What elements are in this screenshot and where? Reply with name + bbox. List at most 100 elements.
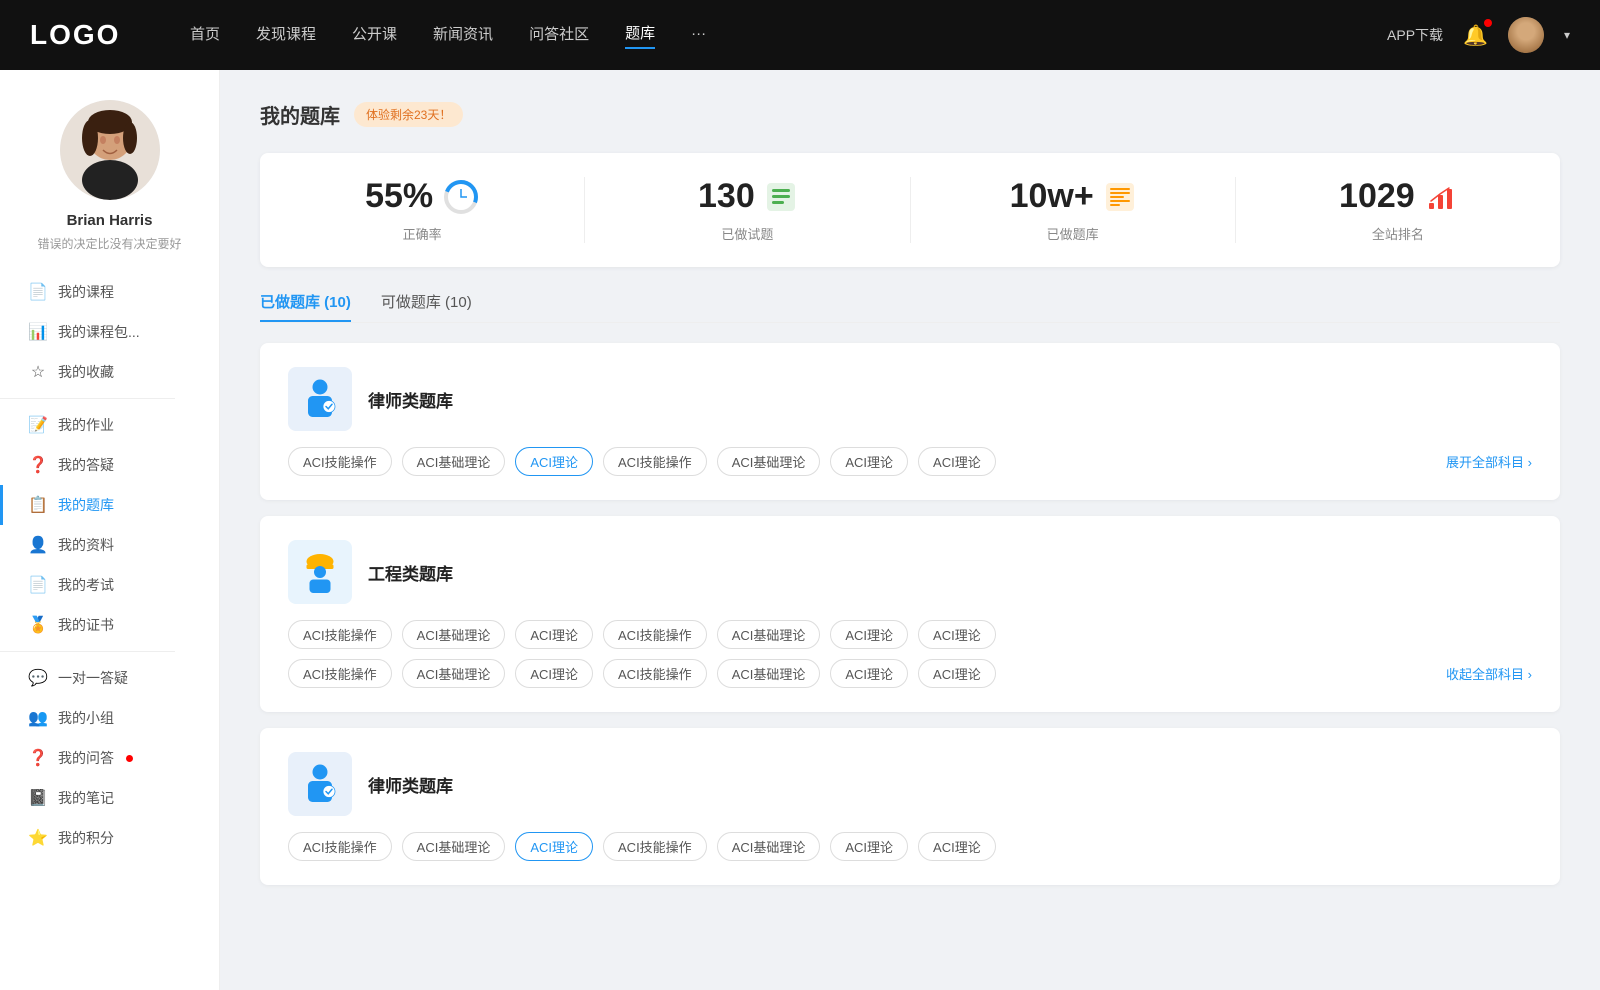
stat-number-3: 10w+	[1010, 177, 1094, 216]
tab-available[interactable]: 可做题库 (10)	[381, 291, 472, 322]
tag-1-4[interactable]: ACI技能操作	[603, 447, 707, 476]
stat-label-3: 已做题库	[1047, 224, 1099, 243]
sidebar-divider-1	[0, 398, 175, 399]
nav-link-news[interactable]: 新闻资讯	[433, 23, 493, 48]
tag-2-7[interactable]: ACI理论	[918, 620, 996, 649]
tag-2-12[interactable]: ACI基础理论	[717, 659, 821, 688]
sidebar-item-profile[interactable]: 👤 我的资料	[0, 525, 219, 565]
stat-label-4: 全站排名	[1372, 224, 1424, 243]
bell-icon: 🔔	[1463, 25, 1488, 47]
tag-1-1[interactable]: ACI技能操作	[288, 447, 392, 476]
layout: Brian Harris 错误的决定比没有决定要好 📄 我的课程 📊 我的课程包…	[0, 70, 1600, 990]
notification-bell[interactable]: 🔔	[1463, 23, 1488, 48]
sidebar-item-label: 我的课程	[58, 282, 114, 302]
sidebar-item-group[interactable]: 👥 我的小组	[0, 698, 219, 738]
sidebar-item-my-course[interactable]: 📄 我的课程	[0, 272, 219, 312]
law-person-icon-2	[296, 756, 344, 812]
pie-chart-icon	[443, 179, 479, 215]
sidebar-item-my-qa[interactable]: ❓ 我的问答	[0, 738, 219, 778]
tag-3-7[interactable]: ACI理论	[918, 832, 996, 861]
app-download-button[interactable]: APP下载	[1387, 25, 1443, 45]
avatar-illustration	[60, 100, 160, 200]
qbank-title-3: 律师类题库	[368, 772, 453, 797]
list-icon	[765, 181, 797, 213]
tag-2-5[interactable]: ACI基础理论	[717, 620, 821, 649]
navbar: LOGO 首页 发现课程 公开课 新闻资讯 问答社区 题库 ··· APP下载 …	[0, 0, 1600, 70]
sidebar-item-label: 我的课程包...	[58, 322, 140, 342]
chat-icon: 💬	[28, 668, 48, 688]
sidebar-avatar	[60, 100, 160, 200]
sidebar: Brian Harris 错误的决定比没有决定要好 📄 我的课程 📊 我的课程包…	[0, 70, 220, 990]
tag-1-7[interactable]: ACI理论	[918, 447, 996, 476]
stat-number-4: 1029	[1339, 177, 1415, 216]
tag-1-3[interactable]: ACI理论	[515, 447, 593, 476]
page-title: 我的题库	[260, 100, 340, 129]
tags-row-2b: ACI技能操作 ACI基础理论 ACI理论 ACI技能操作 ACI基础理论 AC…	[288, 659, 1532, 688]
sidebar-item-exam[interactable]: 📄 我的考试	[0, 565, 219, 605]
nav-links: 首页 发现课程 公开课 新闻资讯 问答社区 题库 ···	[190, 22, 1387, 49]
page-title-row: 我的题库 体验剩余23天！	[260, 100, 1560, 129]
tag-2-6[interactable]: ACI理论	[830, 620, 908, 649]
tag-2-3[interactable]: ACI理论	[515, 620, 593, 649]
qbank-icon: 📋	[28, 495, 48, 515]
nav-link-qbank[interactable]: 题库	[625, 22, 655, 49]
sidebar-item-notes[interactable]: 📓 我的笔记	[0, 778, 219, 818]
bell-badge	[1484, 19, 1492, 27]
nav-link-open-course[interactable]: 公开课	[352, 23, 397, 48]
notes-icon: 📓	[28, 788, 48, 808]
sidebar-item-label: 我的小组	[58, 708, 114, 728]
qbank-card-1: 律师类题库 ACI技能操作 ACI基础理论 ACI理论 ACI技能操作 ACI基…	[260, 343, 1560, 500]
tag-3-2[interactable]: ACI基础理论	[402, 832, 506, 861]
sidebar-item-course-pkg[interactable]: 📊 我的课程包...	[0, 312, 219, 352]
sidebar-item-1on1[interactable]: 💬 一对一答疑	[0, 658, 219, 698]
homework-icon: 📝	[28, 415, 48, 435]
tag-1-5[interactable]: ACI基础理论	[717, 447, 821, 476]
tag-3-1[interactable]: ACI技能操作	[288, 832, 392, 861]
sidebar-item-homework[interactable]: 📝 我的作业	[0, 405, 219, 445]
tag-3-4[interactable]: ACI技能操作	[603, 832, 707, 861]
tag-2-13[interactable]: ACI理论	[830, 659, 908, 688]
star-icon: ☆	[28, 362, 48, 382]
nav-dropdown-arrow[interactable]: ▾	[1564, 28, 1570, 42]
tag-1-2[interactable]: ACI基础理论	[402, 447, 506, 476]
sidebar-divider-2	[0, 651, 175, 652]
tag-2-11[interactable]: ACI技能操作	[603, 659, 707, 688]
tag-3-5[interactable]: ACI基础理论	[717, 832, 821, 861]
qbank-avatar-eng	[288, 540, 352, 604]
tag-2-10[interactable]: ACI理论	[515, 659, 593, 688]
stat-label-2: 已做试题	[721, 224, 773, 243]
tag-2-8[interactable]: ACI技能操作	[288, 659, 392, 688]
tag-2-4[interactable]: ACI技能操作	[603, 620, 707, 649]
stat-top-4: 1029	[1339, 177, 1457, 216]
tag-2-9[interactable]: ACI基础理论	[402, 659, 506, 688]
trial-badge: 体验剩余23天！	[354, 102, 463, 127]
tag-2-14[interactable]: ACI理论	[918, 659, 996, 688]
qbank-card-3: 律师类题库 ACI技能操作 ACI基础理论 ACI理论 ACI技能操作 ACI基…	[260, 728, 1560, 885]
course-icon: 📄	[28, 282, 48, 302]
tab-done[interactable]: 已做题库 (10)	[260, 291, 351, 322]
sidebar-item-favorites[interactable]: ☆ 我的收藏	[0, 352, 219, 392]
sidebar-item-label: 我的收藏	[58, 362, 114, 382]
expand-link-1[interactable]: 展开全部科目 ›	[1446, 452, 1532, 471]
tags-row-1: ACI技能操作 ACI基础理论 ACI理论 ACI技能操作 ACI基础理论 AC…	[288, 447, 1532, 476]
sidebar-item-qbank[interactable]: 📋 我的题库	[0, 485, 219, 525]
nav-link-qa[interactable]: 问答社区	[529, 23, 589, 48]
nav-link-home[interactable]: 首页	[190, 23, 220, 48]
nav-link-discover[interactable]: 发现课程	[256, 23, 316, 48]
avatar-image	[1508, 17, 1544, 53]
main-content: 我的题库 体验剩余23天！ 55% 正确率	[220, 70, 1600, 990]
sidebar-item-cert[interactable]: 🏅 我的证书	[0, 605, 219, 645]
points-icon: ⭐	[28, 828, 48, 848]
stat-label-1: 正确率	[403, 224, 442, 243]
tag-2-1[interactable]: ACI技能操作	[288, 620, 392, 649]
nav-logo[interactable]: LOGO	[30, 19, 130, 51]
tag-3-6[interactable]: ACI理论	[830, 832, 908, 861]
nav-link-more[interactable]: ···	[691, 25, 706, 46]
tag-3-3[interactable]: ACI理论	[515, 832, 593, 861]
collapse-link-2[interactable]: 收起全部科目 ›	[1446, 664, 1532, 683]
nav-avatar[interactable]	[1508, 17, 1544, 53]
sidebar-item-points[interactable]: ⭐ 我的积分	[0, 818, 219, 858]
tag-2-2[interactable]: ACI基础理论	[402, 620, 506, 649]
tag-1-6[interactable]: ACI理论	[830, 447, 908, 476]
sidebar-item-questions[interactable]: ❓ 我的答疑	[0, 445, 219, 485]
